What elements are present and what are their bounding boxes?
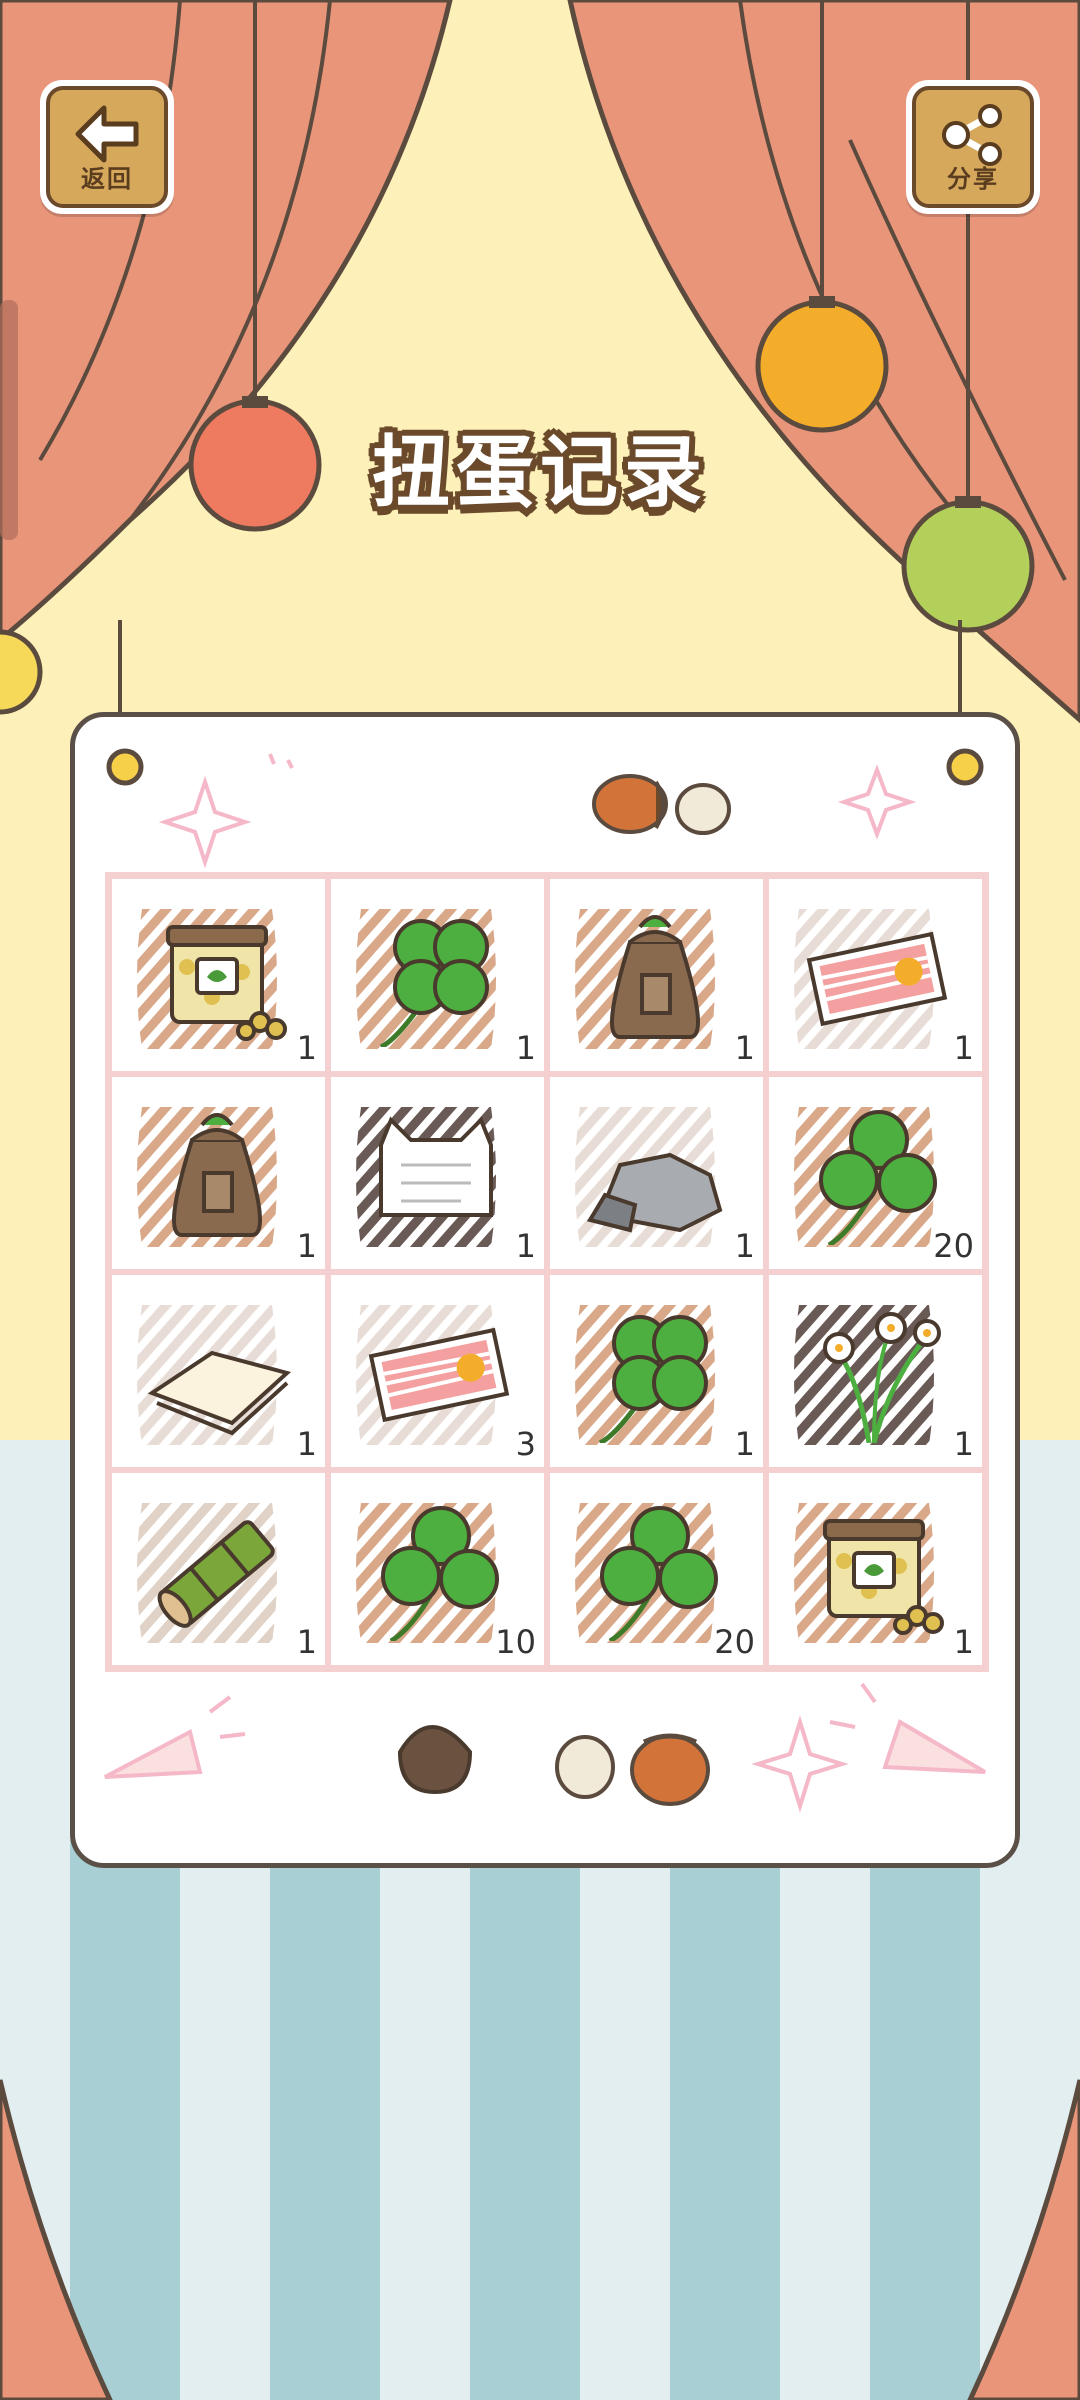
back-label: 返回: [81, 165, 133, 193]
record-cell[interactable]: 1: [109, 1470, 328, 1668]
ticket-icon: [806, 931, 948, 1027]
item-count: 1: [953, 1623, 974, 1661]
record-cell[interactable]: 1: [109, 876, 328, 1074]
record-cell[interactable]: 20: [766, 1074, 985, 1272]
item-count: 20: [933, 1227, 974, 1265]
record-cell[interactable]: 20: [547, 1470, 766, 1668]
party-popper-right-icon: [829, 1682, 987, 1774]
paper-icon: [147, 1350, 292, 1436]
share-icon: [942, 104, 1002, 166]
item-count: 1: [734, 1227, 755, 1265]
chestnut-icon: [397, 1725, 473, 1795]
page-title: 扭蛋记录: [371, 428, 708, 518]
ticket-icon: [368, 1327, 510, 1423]
item-count: 3: [515, 1425, 536, 1463]
record-cell[interactable]: 1: [109, 1272, 328, 1470]
record-cell[interactable]: 1: [109, 1074, 328, 1272]
record-cell[interactable]: 1: [547, 1074, 766, 1272]
item-count: 1: [296, 1029, 317, 1067]
item-count: 1: [734, 1425, 755, 1463]
three-leaf-clover-icon: [819, 1110, 937, 1245]
record-cell[interactable]: 1: [328, 1074, 547, 1272]
three-leaf-clover-icon: [381, 1506, 499, 1641]
three-leaf-clover-icon: [600, 1506, 718, 1641]
item-count: 1: [734, 1029, 755, 1067]
arrow-left-icon: [75, 105, 139, 163]
seed-bag-icon: [610, 915, 700, 1039]
item-count: 1: [296, 1623, 317, 1661]
record-grid: 1 1 1 1 1 1 1 20 1 3 1 1 1 10 20 1: [105, 872, 989, 1672]
record-cell[interactable]: 1: [547, 1272, 766, 1470]
item-count: 1: [515, 1227, 536, 1265]
cat-note-icon: [379, 1116, 493, 1217]
record-cell[interactable]: 1: [766, 1272, 985, 1470]
party-popper-left-icon: [104, 1695, 246, 1779]
sparkle-bottom-icon: [751, 1715, 849, 1813]
acorn-icon: [592, 774, 668, 834]
seed-bag-icon: [172, 1113, 262, 1237]
four-leaf-clover-icon: [379, 919, 489, 1047]
stone-icon: [586, 1152, 723, 1233]
egg-icon: [675, 783, 731, 835]
item-count: 1: [515, 1029, 536, 1067]
item-count: 1: [953, 1029, 974, 1067]
record-cell[interactable]: 1: [328, 876, 547, 1074]
rice-can-icon: [823, 1519, 944, 1635]
record-cell[interactable]: 10: [328, 1470, 547, 1668]
item-count: 20: [714, 1623, 755, 1661]
acorn-icon-bottom: [630, 1733, 710, 1806]
bamboo-icon: [157, 1520, 275, 1628]
item-count: 1: [296, 1425, 317, 1463]
record-cell[interactable]: 1: [766, 876, 985, 1074]
share-button[interactable]: 分享: [906, 80, 1040, 214]
share-label: 分享: [947, 165, 999, 193]
record-cell[interactable]: 1: [547, 876, 766, 1074]
item-count: 1: [296, 1227, 317, 1265]
back-button[interactable]: 返回: [40, 80, 174, 214]
egg-icon-bottom: [555, 1735, 615, 1799]
item-count: 10: [495, 1623, 536, 1661]
four-leaf-clover-icon: [598, 1315, 708, 1443]
item-count: 1: [953, 1425, 974, 1463]
rice-can-icon: [166, 925, 287, 1041]
record-cell[interactable]: 3: [328, 1272, 547, 1470]
narcissus-icon: [823, 1312, 941, 1443]
record-cell[interactable]: 1: [766, 1470, 985, 1668]
